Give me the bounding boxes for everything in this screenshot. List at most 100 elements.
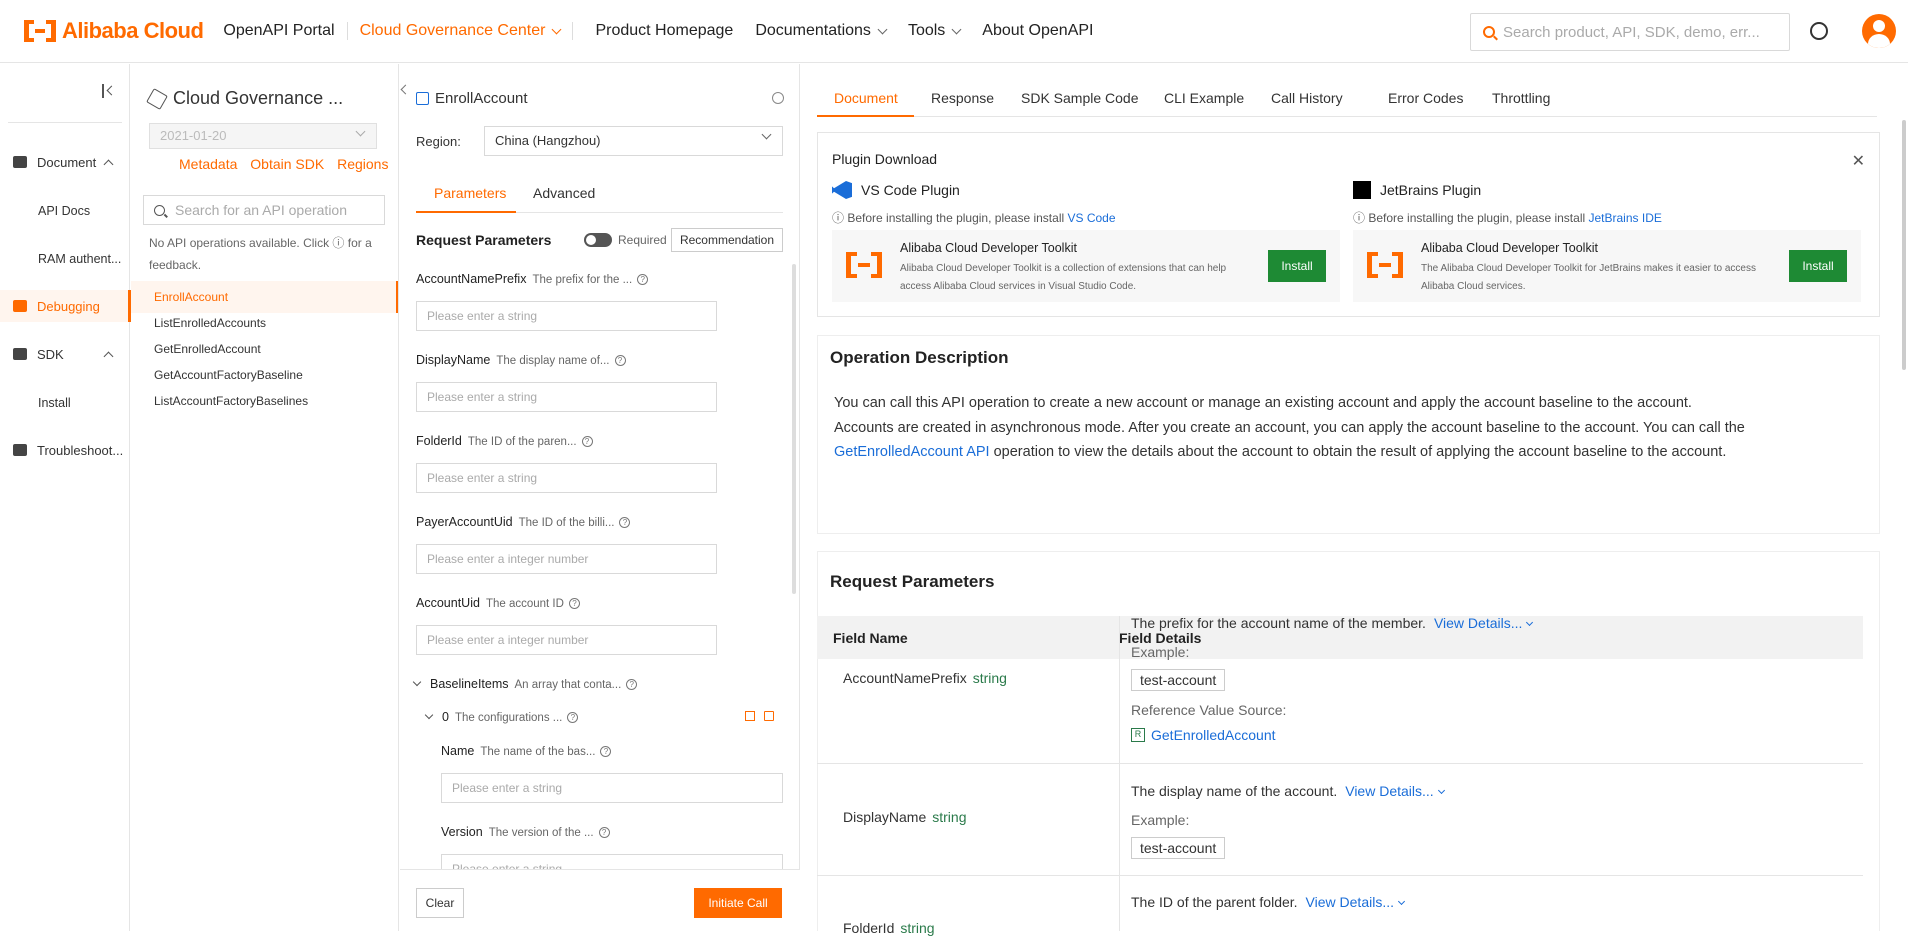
global-search[interactable] [1470, 13, 1790, 51]
nav-product-homepage[interactable]: Product Homepage [595, 22, 733, 40]
baseline-items-group[interactable]: BaselineItems An array that conta...? [412, 677, 638, 691]
collapse-sidebar-icon[interactable] [102, 84, 116, 98]
payer-account-uid-input[interactable] [416, 544, 717, 574]
settings-icon[interactable] [772, 92, 784, 104]
required-label: Required [618, 233, 667, 247]
debug-footer: Clear Initiate Call [400, 869, 800, 931]
sidebar-item-install[interactable]: Install [38, 396, 71, 410]
sidebar-item-troubleshoot[interactable]: Troubleshoot... [0, 434, 130, 466]
help-icon[interactable]: ? [626, 679, 638, 691]
nav-openapi-portal[interactable]: OpenAPI Portal [223, 22, 334, 40]
help-icon[interactable]: ? [619, 517, 631, 529]
help-icon[interactable]: ? [581, 436, 593, 448]
op-desc-paragraph-2: Accounts are created in asynchronous mod… [834, 416, 1834, 464]
param-type: string [972, 670, 1007, 686]
clear-button[interactable]: Clear [416, 888, 464, 918]
tab-sdk-sample-code[interactable]: SDK Sample Code [1021, 90, 1139, 106]
recommendation-button[interactable]: Recommendation [671, 228, 783, 252]
sidebar-item-document[interactable]: Document [0, 146, 130, 178]
sidebar-item-ram-authentication[interactable]: RAM authent... [38, 252, 121, 266]
alibaba-logo-icon [24, 20, 56, 42]
jetbrains-icon [1353, 181, 1371, 199]
tab-throttling[interactable]: Throttling [1492, 90, 1550, 106]
tab-advanced[interactable]: Advanced [533, 185, 595, 201]
tab-call-history[interactable]: Call History [1271, 90, 1343, 106]
vscode-install-button[interactable]: Install [1268, 250, 1326, 282]
tab-document[interactable]: Document [834, 90, 898, 106]
copy-icon[interactable] [745, 711, 755, 721]
help-icon[interactable]: ? [614, 355, 626, 367]
account-name-prefix-input[interactable] [416, 301, 717, 331]
user-avatar[interactable] [1862, 14, 1896, 48]
reference-value-link[interactable]: R GetEnrolledAccount [1131, 727, 1276, 743]
param-name-folder-id: FolderId string [843, 920, 935, 936]
help-icon[interactable]: ? [567, 712, 579, 724]
jetbrains-ide-link[interactable]: JetBrains IDE [1589, 211, 1662, 225]
view-details-link[interactable]: View Details... [1306, 894, 1406, 910]
debug-panel: EnrollAccount Region: China (Hangzhou) P… [400, 64, 800, 931]
obtain-sdk-link[interactable]: Obtain SDK [250, 156, 324, 172]
api-item-list-account-factory-baselines[interactable]: ListAccountFactoryBaselines [131, 385, 398, 417]
alibaba-cloud-logo[interactable]: Alibaba Cloud [24, 18, 204, 44]
view-details-link[interactable]: View Details... [1345, 783, 1445, 799]
region-select[interactable]: China (Hangzhou) [484, 126, 783, 156]
jetbrains-install-button[interactable]: Install [1789, 250, 1847, 282]
request-parameters-heading: Request Parameters [416, 232, 552, 248]
delete-icon[interactable] [764, 711, 774, 721]
help-icon[interactable]: ? [598, 827, 610, 839]
help-icon[interactable]: ? [600, 746, 612, 758]
required-toggle[interactable] [584, 233, 612, 247]
get-enrolled-account-link[interactable]: GetEnrolledAccount API [834, 444, 990, 460]
search-icon [1483, 26, 1495, 38]
baseline-name-input[interactable] [441, 773, 783, 803]
vscode-toolkit-card: Alibaba Cloud Developer Toolkit Alibaba … [832, 230, 1340, 302]
chevron-down-icon [424, 710, 434, 720]
display-name-input[interactable] [416, 382, 717, 412]
regions-link[interactable]: Regions [337, 156, 388, 172]
top-navigation-bar: Alibaba Cloud OpenAPI Portal Cloud Gover… [0, 0, 1908, 63]
desc-text: operation to view the details about the … [993, 444, 1727, 460]
chevron-down-icon [1437, 786, 1445, 795]
sidebar-item-api-docs[interactable]: API Docs [38, 204, 90, 218]
folder-id-input[interactable] [416, 463, 717, 493]
help-icon[interactable]: ? [568, 598, 580, 610]
product-title: Cloud Governance ... [146, 87, 344, 110]
nav-cloud-governance-center[interactable]: Cloud Governance Center [360, 22, 562, 40]
jetbrains-plugin: JetBrains Plugin ⓘ Before installing the… [1353, 181, 1861, 302]
global-search-input[interactable] [1503, 23, 1773, 41]
api-search-input[interactable] [175, 202, 375, 218]
version-select[interactable]: 2021-01-20 [149, 123, 377, 149]
tab-response[interactable]: Response [931, 90, 994, 106]
nav-about-openapi[interactable]: About OpenAPI [982, 22, 1093, 40]
param-detail-account-name-prefix: The prefix for the account name of the m… [1131, 615, 1534, 631]
language-globe-icon[interactable] [1810, 22, 1828, 40]
close-icon[interactable]: ✕ [1852, 151, 1865, 171]
metadata-link[interactable]: Metadata [179, 156, 237, 172]
initiate-call-button[interactable]: Initiate Call [694, 888, 782, 918]
tab-cli-example[interactable]: CLI Example [1164, 90, 1244, 106]
doc-scrollbar[interactable] [1902, 120, 1906, 370]
tab-error-codes[interactable]: Error Codes [1388, 90, 1463, 106]
api-reference-icon: R [1131, 728, 1145, 742]
sidebar-item-sdk[interactable]: SDK [0, 338, 130, 370]
nav-documentations[interactable]: Documentations [755, 22, 888, 40]
chevron-down-icon [412, 677, 422, 687]
account-uid-input[interactable] [416, 625, 717, 655]
collapse-left-icon[interactable] [400, 84, 411, 95]
baseline-item-0[interactable]: 0 The configurations ...? [424, 710, 579, 724]
sidebar-item-debugging[interactable]: Debugging [0, 290, 131, 322]
chevron-down-icon [1397, 897, 1406, 906]
plugin-name-text: VS Code Plugin [861, 182, 960, 198]
params-scrollbar[interactable] [792, 264, 796, 594]
api-search[interactable] [143, 195, 385, 225]
region-label: Region: [416, 134, 461, 149]
nav-tools[interactable]: Tools [908, 22, 962, 40]
vscode-link[interactable]: VS Code [1068, 211, 1116, 225]
view-details-link[interactable]: View Details... [1434, 615, 1534, 631]
tab-parameters[interactable]: Parameters [434, 185, 506, 201]
debug-title: EnrollAccount [416, 90, 528, 107]
product-title-text: Cloud Governance ... [173, 88, 344, 108]
debug-tabs: Parameters Advanced [416, 177, 783, 213]
help-icon[interactable]: ? [637, 274, 649, 286]
field-desc: The prefix for the ... [532, 274, 633, 286]
